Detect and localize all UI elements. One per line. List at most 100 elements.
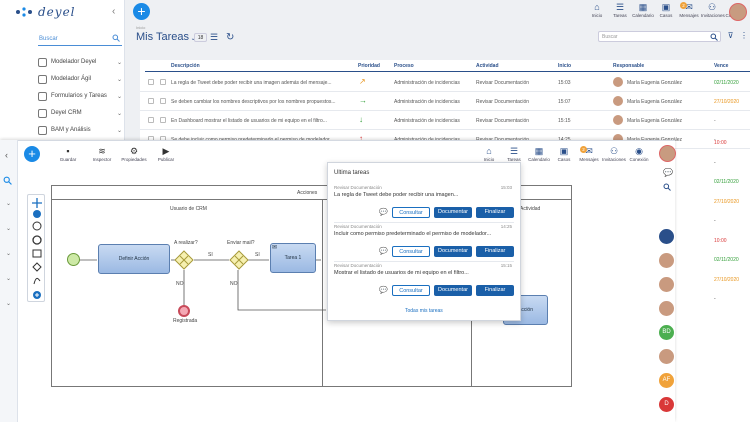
chevron-down-icon[interactable]: ⌄ [6, 300, 11, 307]
end-event-tool-icon[interactable] [32, 221, 42, 231]
sidebar-item[interactable]: BAM y Análisis ⌄ [38, 123, 122, 137]
options-icon[interactable]: ☰ [210, 32, 218, 43]
invite-icon: ⚇ [707, 2, 717, 12]
sidebar-item[interactable]: Deyel CRM ⌄ [38, 106, 122, 120]
filter-icon[interactable]: ⊽ [725, 31, 736, 42]
consult-button[interactable]: Consultar [392, 246, 430, 257]
save-icon: ▪ [66, 146, 70, 156]
move-tool-icon[interactable] [32, 198, 42, 208]
connector-tool-icon[interactable] [33, 277, 41, 285]
search-icon[interactable] [663, 183, 671, 191]
comment-icon[interactable]: 💬 [379, 286, 388, 294]
row-checkbox[interactable] [148, 98, 154, 104]
breadcrumb[interactable]: Inicio [136, 25, 145, 30]
gateway-tool-icon[interactable] [32, 262, 42, 272]
finish-button[interactable]: Finalizar [476, 246, 514, 257]
finish-button[interactable]: Finalizar [476, 207, 514, 218]
start-event[interactable] [67, 253, 80, 266]
toolbar-mensajes[interactable]: ✉ Mensajes 2 [678, 2, 700, 18]
consult-button[interactable]: Consultar [392, 285, 430, 296]
toolbar-casos[interactable]: ▣ Casos [552, 146, 576, 162]
chevron-down-icon[interactable]: ⌄ [6, 275, 11, 282]
chevron-down-icon[interactable]: ⌄ [6, 200, 11, 207]
contact-avatar[interactable] [659, 349, 674, 364]
toolbar-invitaciones[interactable]: ⚇ Invitaciones [602, 146, 626, 162]
all-tasks-link[interactable]: Todas mis tareas [405, 308, 443, 314]
task-search-input[interactable]: Buscar [598, 31, 721, 42]
tool-publicar[interactable]: ▶ Publicar [150, 146, 182, 162]
column-header[interactable]: Prioridad [358, 63, 380, 69]
task-description[interactable]: Mostrar el listado de usuarios de mi equ… [334, 270, 469, 276]
column-header[interactable]: Actividad [476, 63, 499, 69]
comment-icon[interactable]: 💬 [379, 208, 388, 216]
row-flag[interactable] [160, 117, 166, 123]
toolbar-casos[interactable]: ▣ Casos [655, 2, 677, 18]
contact-avatar[interactable] [659, 229, 674, 244]
row-flag[interactable] [160, 98, 166, 104]
column-header[interactable]: Responsable [613, 63, 644, 69]
task-description[interactable]: La regla de Tweet debe poder recibir una… [334, 192, 458, 198]
row-checkbox[interactable] [148, 79, 154, 85]
cell-desc: La regla de Tweet debe poder recibir una… [171, 80, 332, 86]
contact-avatar[interactable] [659, 277, 674, 292]
contact-avatar[interactable]: AF [659, 373, 674, 388]
contact-avatar[interactable] [659, 253, 674, 268]
row-checkbox[interactable] [148, 117, 154, 123]
sidebar-item[interactable]: Formularios y Tareas ⌄ [38, 89, 122, 103]
gateway-a-realizar[interactable] [174, 250, 194, 270]
table-row[interactable]: En Dashboard mostrar el listado de usuar… [140, 111, 750, 130]
start-event-tool-icon[interactable] [33, 210, 41, 218]
add-button[interactable]: + [133, 3, 150, 20]
intermediate-event-tool-icon[interactable] [32, 235, 42, 245]
sidebar-item[interactable]: Modelador Deyel ⌄ [38, 55, 122, 69]
table-row[interactable]: Se deben cambiar los nombres descriptivo… [140, 92, 750, 111]
toolbar-invitaciones[interactable]: ⚇ Invitaciones [701, 2, 725, 18]
finish-button[interactable]: Finalizar [476, 285, 514, 296]
chevron-left-icon[interactable]: ‹ [112, 6, 115, 17]
toolbar-inicio[interactable]: ⌂ Inicio [477, 146, 501, 162]
sidebar-search-input[interactable]: Buscar [38, 34, 122, 46]
toolbar-calendario[interactable]: ▦ Calendario [632, 2, 654, 18]
chat-icon[interactable]: 💬 [663, 168, 673, 177]
more-icon[interactable]: ⋮ [740, 31, 748, 40]
search-icon[interactable] [3, 176, 12, 185]
contact-avatar[interactable]: BD [659, 325, 674, 340]
column-header[interactable]: Descripción [171, 63, 200, 69]
document-button[interactable]: Documentar [434, 246, 472, 257]
document-button[interactable]: Documentar [434, 285, 472, 296]
chevron-left-icon[interactable]: ‹ [5, 150, 8, 160]
chevron-down-icon[interactable]: ⌄ [6, 250, 11, 257]
toolbar-inicio[interactable]: ⌂ Inicio [586, 2, 608, 18]
end-event[interactable] [178, 305, 190, 317]
row-flag[interactable] [160, 79, 166, 85]
column-header[interactable]: Proceso [394, 63, 414, 69]
gateway-enviar-mail[interactable] [229, 250, 249, 270]
refresh-icon[interactable]: ↻ [226, 32, 234, 43]
column-header[interactable]: Inicio [558, 63, 571, 69]
table-row[interactable]: La regla de Tweet debe poder recibir una… [140, 73, 750, 92]
chevron-down-icon[interactable]: ⌄ [6, 225, 11, 232]
tool-propiedades[interactable]: ⚙ Propiedades [118, 146, 150, 162]
contact-avatar[interactable]: D [659, 397, 674, 412]
add-button[interactable]: + [24, 146, 40, 162]
tool-guardar[interactable]: ▪ Guardar [52, 146, 84, 162]
avatar[interactable] [659, 145, 676, 162]
comment-icon[interactable]: 💬 [379, 247, 388, 255]
toolbar-tareas[interactable]: ☰ Tareas [609, 2, 631, 18]
toolbar-conexión[interactable]: ◉Conexión [627, 146, 651, 162]
page-title[interactable]: Mis Tareas ⌄ [136, 31, 196, 43]
consult-button[interactable]: Consultar [392, 207, 430, 218]
sidebar-item[interactable]: Modelador Ágil ⌄ [38, 72, 122, 86]
task-definir-accion[interactable]: Definir Acción [98, 244, 170, 274]
column-header[interactable]: Vence [714, 63, 728, 69]
task-tool-icon[interactable] [32, 249, 42, 258]
toolbar-calendario[interactable]: ▦ Calendario [527, 146, 551, 162]
task-description[interactable]: Incluir como permiso predeterminado el p… [334, 231, 491, 237]
document-button[interactable]: Documentar [434, 207, 472, 218]
tool-inspector[interactable]: ≋ Inspector [86, 146, 118, 162]
toolbar-mensajes[interactable]: ✉ Mensajes 2 [577, 146, 601, 162]
cell-resp: María Eugenia González [627, 118, 683, 124]
avatar[interactable] [729, 3, 747, 21]
toolbar-tareas[interactable]: ☰ Tareas [502, 146, 526, 162]
contact-avatar[interactable] [659, 301, 674, 316]
